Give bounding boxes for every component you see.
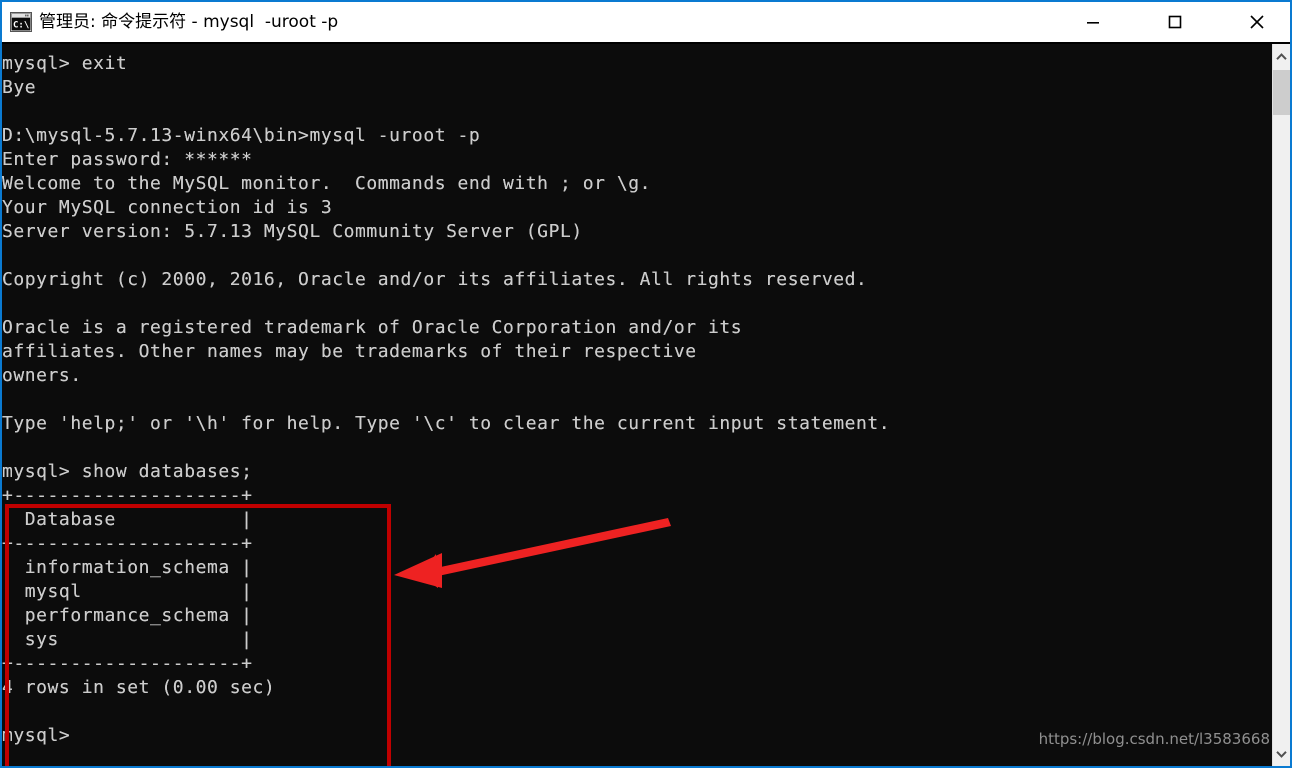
scroll-up-arrow-icon[interactable] xyxy=(1273,48,1290,65)
maximize-button[interactable] xyxy=(1152,2,1198,42)
minimize-button[interactable] xyxy=(1070,2,1116,42)
terminal-output-area[interactable]: mysql> exit Bye D:\mysql-5.7.13-winx64\b… xyxy=(2,44,1272,766)
close-button[interactable] xyxy=(1234,2,1280,42)
vertical-scrollbar[interactable] xyxy=(1272,44,1290,766)
console-window: C:\ 管理员: 命令提示符 - mysql -uroot -p mysql> … xyxy=(0,0,1292,768)
window-titlebar[interactable]: C:\ 管理员: 命令提示符 - mysql -uroot -p xyxy=(2,2,1290,44)
scrollbar-thumb[interactable] xyxy=(1273,70,1290,115)
watermark-url: https://blog.csdn.net/l3583668 xyxy=(1038,730,1270,748)
terminal-text: mysql> exit Bye D:\mysql-5.7.13-winx64\b… xyxy=(2,53,891,746)
svg-text:C:\: C:\ xyxy=(13,20,29,30)
command-prompt-icon: C:\ xyxy=(10,12,32,32)
scroll-down-arrow-icon[interactable] xyxy=(1273,745,1290,762)
window-title: 管理员: 命令提示符 - mysql -uroot -p xyxy=(39,12,339,32)
